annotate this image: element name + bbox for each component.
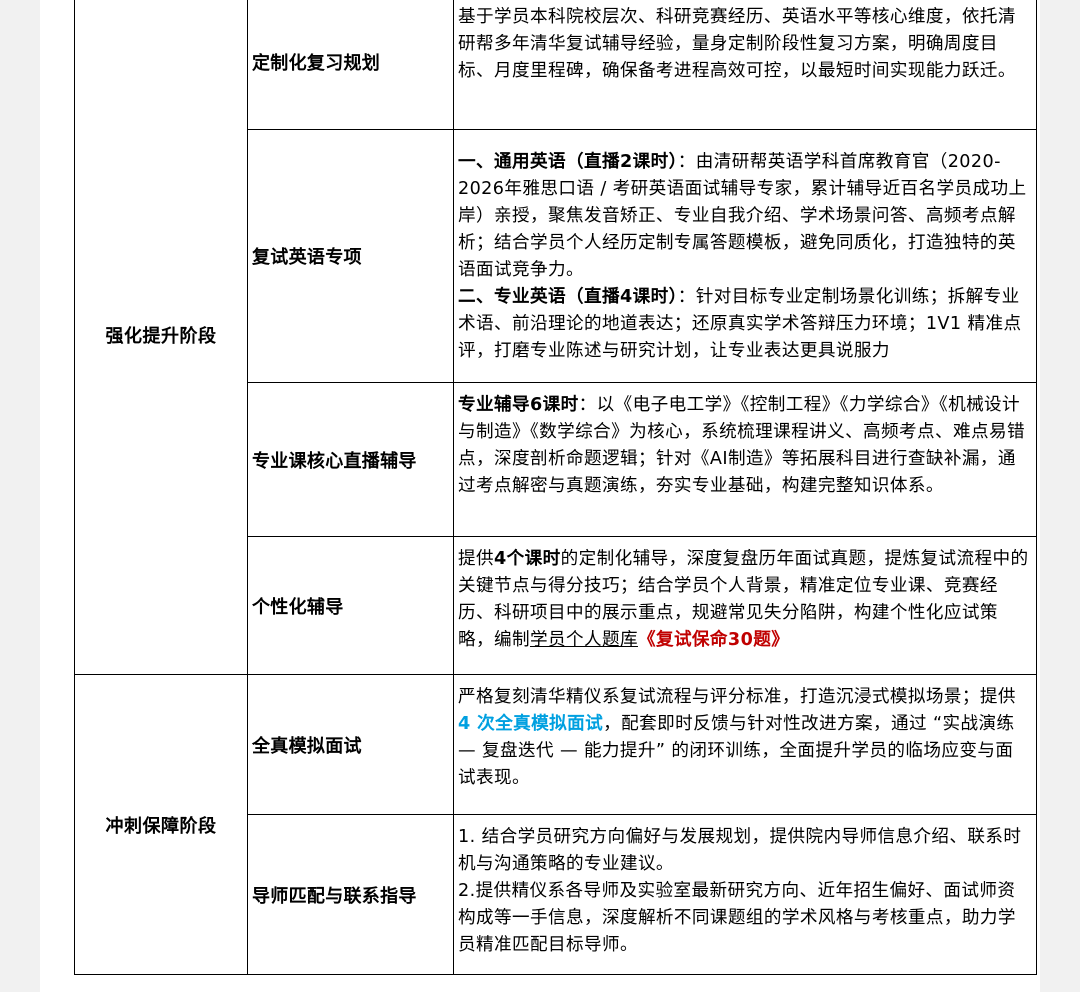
module-description: 一、通用英语（直播2课时）：由清研帮英语学科首席教育官（2020-2026年雅思… <box>453 129 1037 383</box>
paragraph: 2.提供精仪系各导师及实验室最新研究方向、近年招生偏好、面试师资构成等一手信息，… <box>458 881 1016 955</box>
module-description: 提供4个课时的定制化辅导，深度复盘历年面试真题，提炼复试流程中的关键节点与得分技… <box>453 536 1037 675</box>
module-title: 导师匹配与联系指导 <box>247 814 454 975</box>
module-title: 全真模拟面试 <box>247 674 454 815</box>
stage-cell: 冲刺保障阶段 <box>74 674 248 975</box>
table-row: 冲刺保障阶段 全真模拟面试 严格复刻清华精仪系复试流程与评分标准，打造沉浸式模拟… <box>74 674 1037 975</box>
description-text: 基于学员本科院校层次、科研竞赛经历、英语水平等核心维度，依托清研帮多年清华复试辅… <box>458 7 1016 81</box>
module-title: 定制化复习规划 <box>247 0 454 130</box>
paragraph: 1. 结合学员研究方向偏好与发展规划，提供院内导师信息介绍、联系时机与沟通策略的… <box>458 827 1022 874</box>
module-description: 专业辅导6课时：以《电子电工学》《控制工程》《力学综合》《机械设计与制造》《数学… <box>453 382 1037 537</box>
highlight-red-text: 《复试保命30题》 <box>637 630 790 650</box>
bold-text: 4个课时 <box>494 549 561 569</box>
paragraph: 一、通用英语（直播2课时）：由清研帮英语学科首席教育官（2020-2026年雅思… <box>458 149 1030 284</box>
module-description: 基于学员本科院校层次、科研竞赛经历、英语水平等核心维度，依托清研帮多年清华复试辅… <box>453 0 1037 130</box>
bold-text: 一、通用英语（直播2课时） <box>458 151 678 172</box>
description-text: 提供 <box>458 549 494 569</box>
service-plan-table: 强化提升阶段 定制化复习规划 基于学员本科院校层次、科研竞赛经历、英语水平等核心… <box>74 0 1037 975</box>
module-description: 严格复刻清华精仪系复试流程与评分标准，打造沉浸式模拟场景；提供 4 次全真模拟面… <box>453 674 1037 815</box>
underlined-text: 学员个人题库 <box>529 630 638 650</box>
document-page: 强化提升阶段 定制化复习规划 基于学员本科院校层次、科研竞赛经历、英语水平等核心… <box>40 0 1040 992</box>
module-title: 专业课核心直播辅导 <box>247 382 454 537</box>
paragraph: 二、专业英语（直播4课时）：针对目标专业定制场景化训练；拆解专业术语、前沿理论的… <box>458 284 1030 365</box>
highlight-blue-text: 4 次全真模拟面试 <box>458 714 604 734</box>
stage-cell: 强化提升阶段 <box>74 0 248 675</box>
module-title: 复试英语专项 <box>247 129 454 383</box>
table-row: 强化提升阶段 定制化复习规划 基于学员本科院校层次、科研竞赛经历、英语水平等核心… <box>74 0 1037 675</box>
description-text: 严格复刻清华精仪系复试流程与评分标准，打造沉浸式模拟场景；提供 <box>458 687 1016 707</box>
bold-text: 专业辅导6课时 <box>458 395 579 415</box>
module-title: 个性化辅导 <box>247 536 454 675</box>
bold-text: 二、专业英语（直播4课时） <box>458 286 678 307</box>
module-description: 1. 结合学员研究方向偏好与发展规划，提供院内导师信息介绍、联系时机与沟通策略的… <box>453 814 1037 975</box>
